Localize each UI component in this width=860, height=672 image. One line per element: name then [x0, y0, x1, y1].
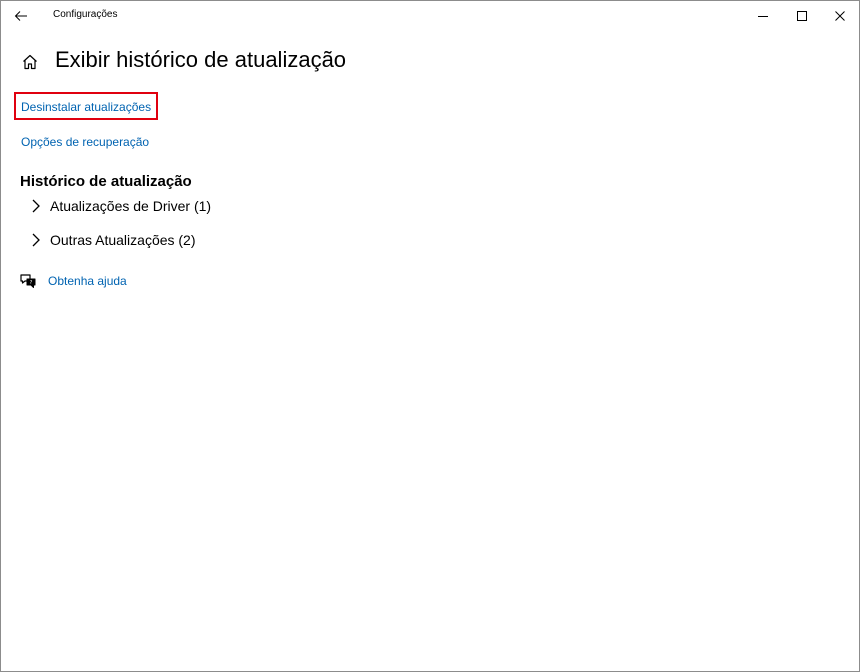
svg-text:?: ? [30, 280, 33, 286]
close-icon [835, 11, 845, 21]
driver-updates-group[interactable]: Atualizações de Driver (1) [29, 195, 211, 217]
get-help-row[interactable]: ? Obtenha ajuda [19, 271, 127, 291]
recovery-options-link[interactable]: Opções de recuperação [21, 135, 149, 149]
driver-updates-label: Atualizações de Driver (1) [50, 198, 212, 214]
app-title: Configurações [53, 9, 118, 20]
back-button[interactable] [7, 3, 35, 29]
maximize-icon [797, 11, 807, 21]
minimize-icon [758, 16, 768, 17]
update-history-heading: Histórico de atualização [20, 173, 192, 190]
get-help-link[interactable]: Obtenha ajuda [48, 274, 127, 288]
help-chat-icon: ? [19, 272, 37, 290]
settings-window: Configurações Exibir histórico de atuali… [0, 0, 860, 672]
maximize-button[interactable] [784, 1, 820, 31]
page-title: Exibir histórico de atualização [55, 47, 347, 72]
chevron-right-icon [29, 233, 43, 247]
minimize-button[interactable] [745, 1, 781, 31]
home-icon[interactable] [21, 53, 39, 71]
close-button[interactable] [822, 1, 858, 31]
arrow-left-icon [14, 11, 27, 21]
other-updates-label: Outras Atualizações (2) [50, 232, 196, 248]
uninstall-updates-link[interactable]: Desinstalar atualizações [21, 100, 151, 114]
chevron-right-icon [29, 199, 43, 213]
other-updates-group[interactable]: Outras Atualizações (2) [29, 229, 196, 251]
title-bar: Configurações [1, 1, 859, 31]
